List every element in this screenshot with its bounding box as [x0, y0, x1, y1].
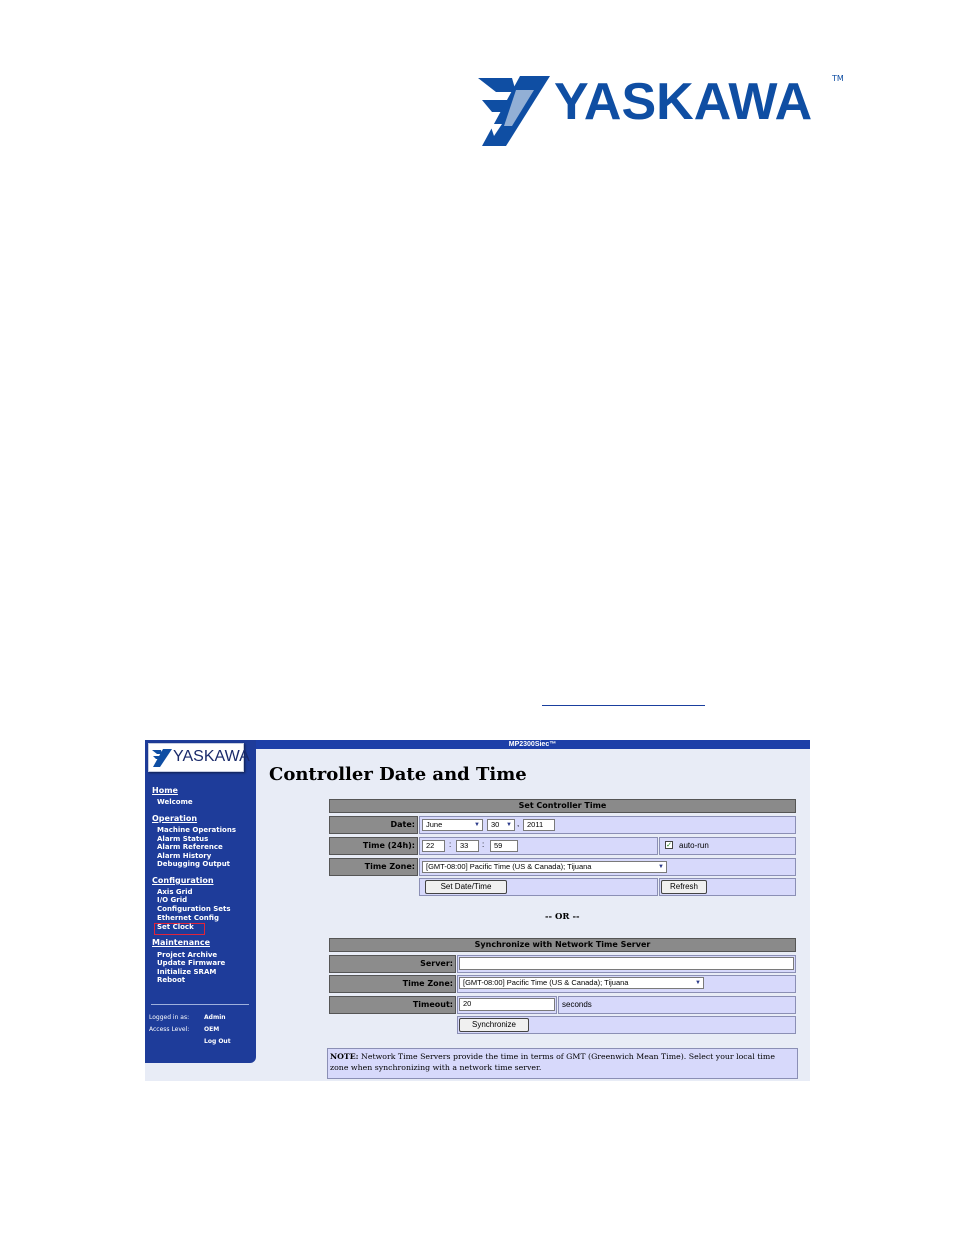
nav-update-firmware[interactable]: Update Firmware	[157, 959, 225, 968]
access-level-label: Access Level:	[149, 1026, 190, 1033]
yaskawa-logo-mark-icon	[478, 76, 550, 146]
yaskawa-logo: YASKAWA TM	[476, 72, 856, 148]
chevron-down-icon: ▼	[658, 864, 664, 870]
minute-input[interactable]: 33	[456, 840, 479, 852]
second-input[interactable]: 59	[490, 840, 518, 852]
day-select[interactable]: 30 ▼	[487, 819, 515, 831]
nav-machine-operations[interactable]: Machine Operations	[157, 826, 236, 835]
timezone-select[interactable]: [GMT-08:00] Pacific Time (US & Canada); …	[422, 861, 667, 873]
document-link[interactable]	[542, 705, 705, 706]
chevron-down-icon: ▼	[474, 822, 480, 828]
autorun-checkbox[interactable]: ✓	[665, 841, 673, 849]
nav-reboot[interactable]: Reboot	[157, 976, 185, 985]
nav-debugging-output[interactable]: Debugging Output	[157, 860, 230, 869]
yaskawa-mark-icon	[152, 749, 172, 767]
time-cell	[419, 837, 658, 855]
embedded-screenshot: MP2300Siec™ YASKAWA Home Welcome Operati…	[145, 740, 810, 1081]
note-label: NOTE:	[330, 1052, 359, 1061]
month-value: June	[426, 820, 443, 829]
nav-home[interactable]: Home	[152, 786, 178, 795]
server-input[interactable]	[459, 957, 794, 970]
nav-set-clock[interactable]: Set Clock	[157, 923, 194, 932]
nav-operation[interactable]: Operation	[152, 814, 197, 823]
logged-in-user: Admin	[204, 1014, 226, 1021]
timezone-value: [GMT-08:00] Pacific Time (US & Canada); …	[426, 862, 592, 871]
sync-timezone-value: [GMT-08:00] Pacific Time (US & Canada); …	[463, 978, 629, 987]
sidebar-logo[interactable]: YASKAWA	[148, 743, 250, 772]
or-divider: -- OR --	[545, 912, 580, 922]
date-separator: ,	[517, 819, 520, 828]
autorun-label: auto-run	[679, 841, 709, 850]
set-time-header: Set Controller Time	[329, 799, 796, 813]
time-label: Time (24h):	[329, 837, 418, 855]
trademark-mark: TM	[832, 74, 844, 83]
nav-alarm-reference[interactable]: Alarm Reference	[157, 843, 223, 852]
app-title-bar: MP2300Siec™	[255, 740, 810, 749]
note-box: NOTE: Network Time Servers provide the t…	[327, 1048, 798, 1079]
timezone-label: Time Zone:	[329, 858, 418, 876]
timeout-label: Timeout:	[329, 996, 456, 1014]
sidebar-divider	[151, 1004, 249, 1005]
sync-timezone-label: Time Zone:	[329, 975, 456, 993]
sync-timezone-select[interactable]: [GMT-08:00] Pacific Time (US & Canada); …	[459, 977, 704, 989]
nav-ethernet-config[interactable]: Ethernet Config	[157, 914, 219, 923]
date-label: Date:	[329, 816, 418, 834]
sync-header: Synchronize with Network Time Server	[329, 938, 796, 952]
set-datetime-button[interactable]: Set Date/Time	[425, 880, 507, 894]
chevron-down-icon: ▼	[695, 980, 701, 986]
access-level-value: OEM	[204, 1026, 220, 1033]
nav-welcome[interactable]: Welcome	[157, 798, 193, 807]
sidebar-logo-text: YASKAWA	[173, 748, 250, 765]
logout-link[interactable]: Log Out	[204, 1038, 231, 1045]
nav-configuration-sets[interactable]: Configuration Sets	[157, 905, 231, 914]
logo-wordmark: YASKAWA	[554, 73, 813, 131]
time-separator: :	[449, 840, 452, 849]
sidebar: YASKAWA Home Welcome Operation Machine O…	[145, 740, 256, 1063]
page-title: Controller Date and Time	[269, 764, 527, 785]
refresh-button[interactable]: Refresh	[661, 880, 707, 894]
timeout-unit: seconds	[562, 1000, 592, 1009]
hour-input[interactable]: 22	[422, 840, 445, 852]
day-value: 30	[491, 820, 500, 829]
timeout-input[interactable]: 20	[459, 998, 555, 1011]
logged-in-label: Logged in as:	[149, 1014, 190, 1021]
nav-configuration[interactable]: Configuration	[152, 876, 214, 885]
chevron-down-icon: ▼	[506, 822, 512, 828]
nav-maintenance[interactable]: Maintenance	[152, 938, 210, 947]
server-label: Server:	[329, 955, 456, 973]
note-text: Network Time Servers provide the time in…	[330, 1052, 775, 1072]
time-separator: :	[482, 840, 485, 849]
year-input[interactable]: 2011	[523, 819, 555, 831]
nav-io-grid[interactable]: I/O Grid	[157, 896, 187, 905]
month-select[interactable]: June ▼	[422, 819, 483, 831]
timeout-unit-cell	[558, 996, 796, 1014]
synchronize-button[interactable]: Synchronize	[459, 1018, 529, 1032]
